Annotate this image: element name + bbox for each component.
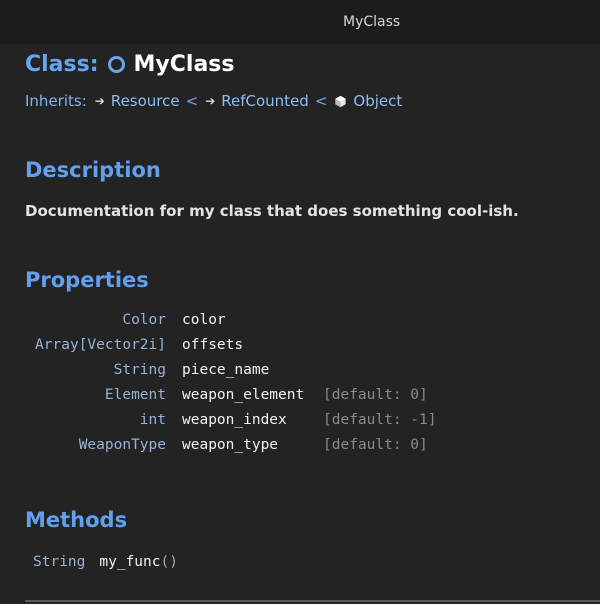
property-name[interactable]: weapon_type xyxy=(182,437,278,453)
circle-outline-icon xyxy=(107,55,125,73)
inherit-link-resource[interactable]: Resource xyxy=(111,92,180,110)
tab-label: MyClass xyxy=(343,14,401,30)
property-type[interactable]: String xyxy=(114,362,166,378)
property-type[interactable]: Array[Vector2i] xyxy=(35,337,166,353)
table-row: Array[Vector2i] offsets xyxy=(0,337,600,359)
table-row: Element weapon_element [default: 0] xyxy=(0,387,600,409)
property-name[interactable]: color xyxy=(182,312,226,328)
description-heading: Description xyxy=(25,158,161,182)
inherit-separator: < xyxy=(185,92,199,110)
inherits-line: Inherits: ➔ Resource < ➔ RefCounted < Ob… xyxy=(25,91,402,111)
class-title: Class: MyClass xyxy=(25,50,235,78)
table-row: int weapon_index [default: -1] xyxy=(0,412,600,434)
methods-heading: Methods xyxy=(25,508,128,532)
table-row: String piece_name xyxy=(0,362,600,384)
method-name[interactable]: my_func xyxy=(99,554,160,570)
property-name[interactable]: weapon_element xyxy=(182,387,304,403)
method-return-type[interactable]: String xyxy=(33,554,85,570)
property-type[interactable]: Color xyxy=(122,312,166,328)
arrow-right-icon: ➔ xyxy=(205,94,216,108)
inherits-label: Inherits: xyxy=(25,92,87,110)
method-row: String my_func() xyxy=(33,554,178,570)
property-default: [default: 0] xyxy=(323,437,428,453)
inherit-separator: < xyxy=(314,92,328,110)
method-params: () xyxy=(160,554,178,570)
class-name: MyClass xyxy=(133,51,235,77)
property-name[interactable]: offsets xyxy=(182,337,243,353)
class-keyword: Class: xyxy=(25,51,99,77)
property-name[interactable]: weapon_index xyxy=(182,412,287,428)
table-row: WeaponType weapon_type [default: 0] xyxy=(0,437,600,459)
arrow-right-icon: ➔ xyxy=(94,94,105,108)
properties-heading: Properties xyxy=(25,268,149,292)
property-default: [default: 0] xyxy=(323,387,428,403)
property-type[interactable]: int xyxy=(140,412,166,428)
property-name[interactable]: piece_name xyxy=(182,362,269,378)
cube-icon xyxy=(334,95,347,108)
description-text: Documentation for my class that does som… xyxy=(25,202,519,220)
table-row: Color color xyxy=(0,312,600,334)
inherit-link-object[interactable]: Object xyxy=(353,92,402,110)
tab-bar: MyClass xyxy=(0,0,600,44)
tab-myclass[interactable]: MyClass xyxy=(0,0,600,44)
section-divider xyxy=(25,600,600,602)
inherit-link-refcounted[interactable]: RefCounted xyxy=(221,92,309,110)
property-type[interactable]: Element xyxy=(105,387,166,403)
property-default: [default: -1] xyxy=(323,412,437,428)
property-type[interactable]: WeaponType xyxy=(79,437,166,453)
